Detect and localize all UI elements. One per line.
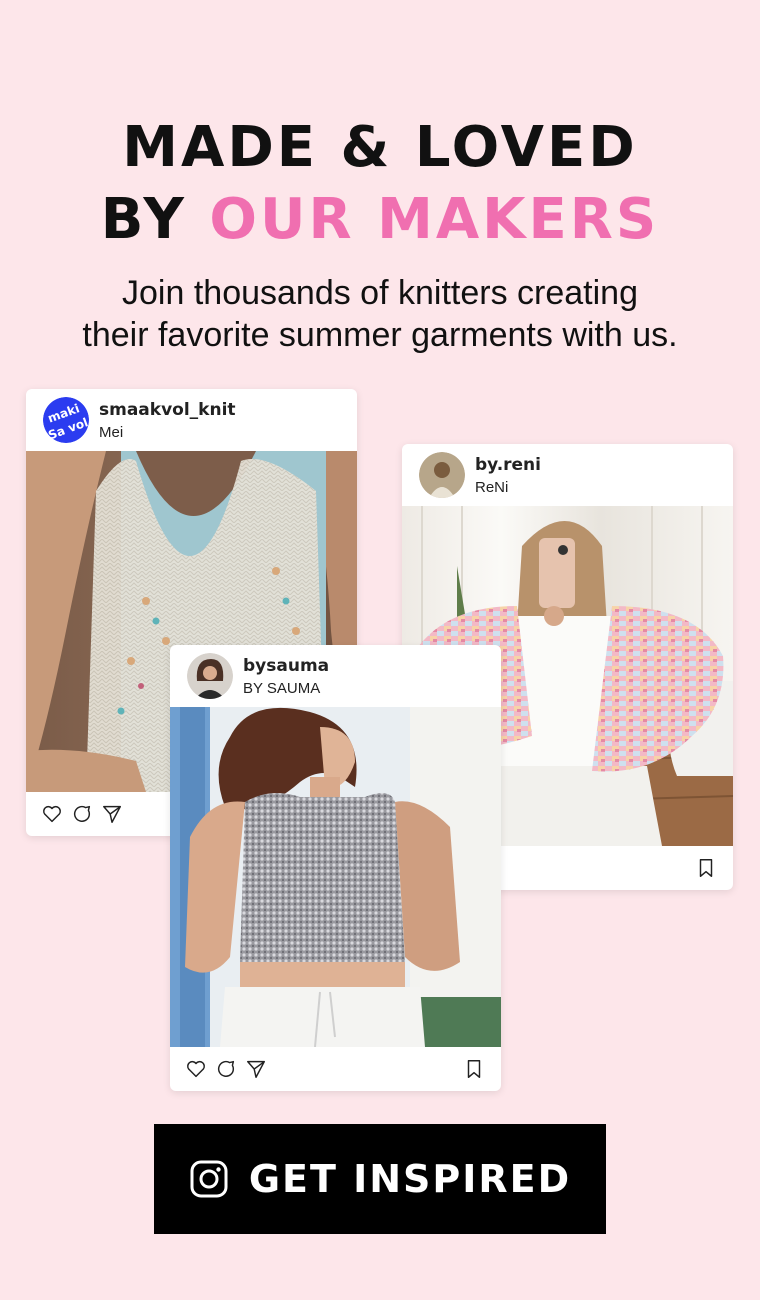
avatar[interactable]: [187, 653, 233, 699]
avatar[interactable]: maki Sa vol: [43, 397, 89, 443]
headline-line-1: MADE & LOVED: [122, 115, 638, 180]
heart-icon[interactable]: [41, 803, 63, 825]
avatar[interactable]: [419, 452, 465, 498]
instagram-post-sauma[interactable]: bysauma BY SAUMA: [170, 645, 501, 1091]
post-header: by.reni ReNi: [402, 444, 733, 506]
post-actions: [170, 1047, 501, 1091]
post-display-name: BY SAUMA: [243, 680, 321, 697]
instagram-icon: [190, 1160, 228, 1198]
post-photo[interactable]: [170, 707, 501, 1047]
post-header: bysauma BY SAUMA: [170, 645, 501, 707]
post-display-name: ReNi: [475, 479, 509, 496]
post-handle[interactable]: smaakvol_knit: [99, 400, 236, 420]
share-icon[interactable]: [101, 803, 123, 825]
comment-icon[interactable]: [215, 1058, 237, 1080]
bookmark-icon[interactable]: [463, 1058, 485, 1080]
get-inspired-button[interactable]: GET INSPIRED: [154, 1124, 606, 1234]
post-handle[interactable]: bysauma: [243, 656, 329, 676]
headline-line-2: BY OUR MAKERS: [0, 184, 760, 256]
headline: MADE & LOVED BY OUR MAKERS: [0, 112, 760, 256]
post-handle[interactable]: by.reni: [475, 455, 541, 475]
share-icon[interactable]: [245, 1058, 267, 1080]
subheadline-line-1: Join thousands of knitters creating: [122, 274, 638, 312]
post-display-name: Mei: [99, 424, 124, 441]
heart-icon[interactable]: [185, 1058, 207, 1080]
subheadline-line-2: their favorite summer garments with us.: [82, 316, 678, 354]
post-header: maki Sa vol smaakvol_knit Mei: [26, 389, 357, 451]
get-inspired-label: GET INSPIRED: [248, 1157, 572, 1201]
comment-icon[interactable]: [71, 803, 93, 825]
headline-prefix: BY: [100, 187, 210, 252]
bookmark-icon[interactable]: [695, 857, 717, 879]
subheadline: Join thousands of knitters creating thei…: [0, 272, 760, 356]
headline-highlight: OUR MAKERS: [209, 187, 660, 252]
